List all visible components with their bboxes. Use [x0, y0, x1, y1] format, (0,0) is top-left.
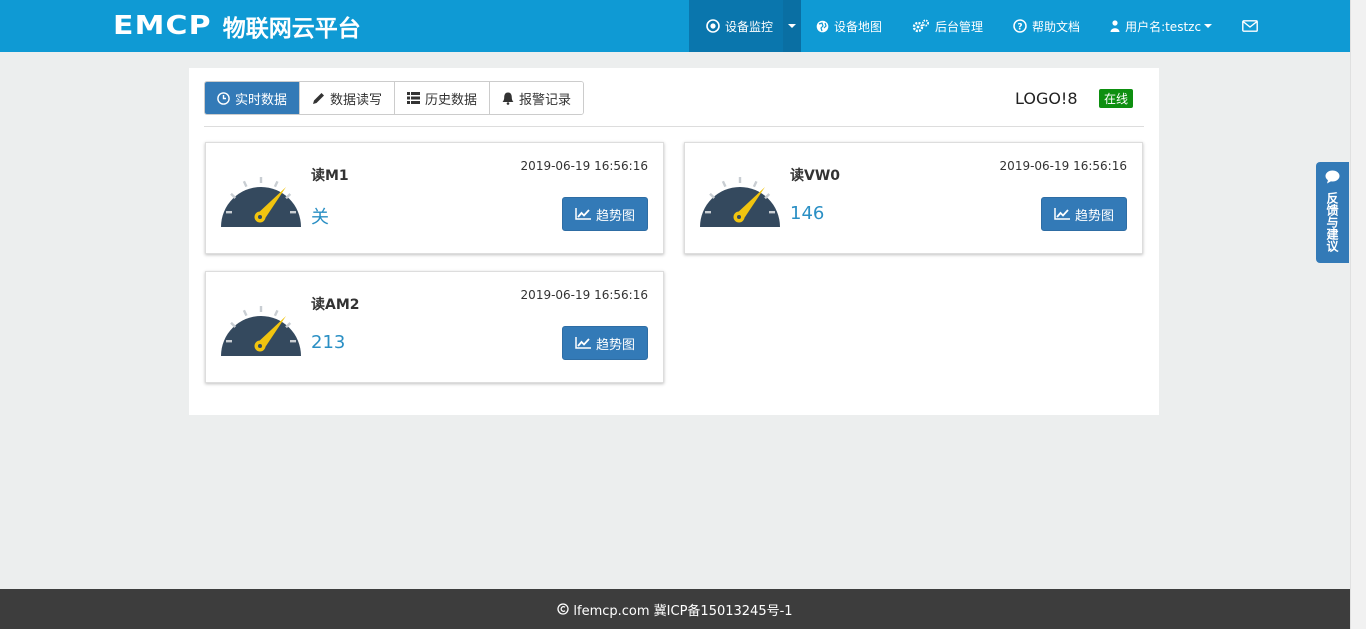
feedback-label: 反馈与建议: [1325, 192, 1339, 252]
card-title: 读M1: [311, 168, 349, 184]
tab-history-label: 历史数据: [425, 92, 478, 108]
tab-alarm-label: 报警记录: [519, 92, 572, 108]
trend-button-label: 趋势图: [595, 337, 635, 353]
card-value: 213: [311, 332, 346, 353]
divider: [204, 126, 1144, 127]
line-chart-icon: [575, 337, 591, 349]
list-icon: [407, 92, 421, 104]
gauge-icon: [221, 177, 301, 227]
nav-admin-label: 后台管理: [935, 19, 984, 34]
brand-title: 物联网云平台: [222, 16, 361, 42]
comment-icon: [1325, 170, 1340, 188]
copyright-icon: [557, 603, 570, 615]
gauge-icon: [700, 177, 780, 227]
line-chart-icon: [1054, 208, 1070, 220]
gears-icon: [912, 19, 930, 33]
gauge-icon: [221, 306, 301, 356]
trend-chart-button[interactable]: 趋势图: [1040, 197, 1127, 231]
view-tabs: 实时数据 数据读写 历史数据 报警记录: [204, 81, 585, 115]
pencil-icon: [312, 92, 325, 105]
trend-chart-button[interactable]: 趋势图: [561, 326, 648, 360]
footer-text: lfemcp.com 冀ICP备15013245号-1: [573, 603, 793, 619]
status-badge: 在线: [1099, 89, 1134, 108]
data-card: 读VW0 2019-06-19 16:56:16 146 趋势图: [684, 142, 1143, 254]
globe-icon: [816, 20, 829, 33]
camera-icon: [706, 19, 720, 33]
card-title: 读AM2: [311, 297, 360, 313]
page-scrollbar[interactable]: [1350, 0, 1366, 629]
bell-icon: [502, 92, 514, 105]
footer: lfemcp.com 冀ICP备15013245号-1: [0, 589, 1350, 629]
nav-device-monitor-label: 设备监控: [725, 19, 774, 34]
trend-chart-button[interactable]: 趋势图: [561, 197, 648, 231]
tab-alarm[interactable]: 报警记录: [489, 82, 584, 114]
nav-help-label: 帮助文档: [1032, 19, 1081, 34]
nav-device-map-label: 设备地图: [834, 19, 883, 34]
tab-realtime-label: 实时数据: [235, 92, 288, 108]
card-timestamp: 2019-06-19 16:56:16: [520, 159, 648, 173]
tab-readwrite-label: 数据读写: [330, 92, 383, 108]
user-icon: [1110, 20, 1120, 32]
nav-device-map[interactable]: 设备地图: [801, 0, 897, 52]
question-circle-icon: ?: [1013, 19, 1027, 33]
card-title: 读VW0: [790, 168, 841, 184]
envelope-icon: [1242, 20, 1258, 32]
card-timestamp: 2019-06-19 16:56:16: [999, 159, 1127, 173]
data-card: 读M1 2019-06-19 16:56:16 关 趋势图: [205, 142, 664, 254]
data-card: 读AM2 2019-06-19 16:56:16 213 趋势图: [205, 271, 664, 383]
brand-mark: EMCP: [113, 11, 212, 41]
svg-text:?: ?: [1017, 23, 1022, 33]
trend-button-label: 趋势图: [595, 208, 635, 224]
feedback-tab[interactable]: 反馈与建议: [1316, 162, 1349, 263]
line-chart-icon: [575, 208, 591, 220]
trend-button-label: 趋势图: [1074, 208, 1114, 224]
nav-dropdown-toggle[interactable]: [783, 0, 802, 52]
card-timestamp: 2019-06-19 16:56:16: [520, 288, 648, 302]
nav-help[interactable]: ? 帮助文档: [998, 0, 1095, 52]
main-nav: 设备监控 设备地图 后台管理 ? 帮助文档 用户名:testzc: [689, 0, 1278, 52]
nav-admin[interactable]: 后台管理: [897, 0, 998, 52]
brand-logo[interactable]: EMCP 物联网云平台: [113, 11, 361, 42]
card-value: 关: [311, 207, 329, 228]
tab-history[interactable]: 历史数据: [394, 82, 490, 114]
caret-down-icon: [788, 24, 797, 28]
card-value: 146: [790, 203, 825, 224]
clock-icon: [217, 91, 230, 105]
tab-readwrite[interactable]: 数据读写: [299, 82, 395, 114]
nav-user-menu[interactable]: 用户名:testzc: [1095, 0, 1227, 52]
caret-down-icon: [1204, 24, 1213, 28]
tab-realtime[interactable]: 实时数据: [205, 82, 300, 114]
device-panel: 实时数据 数据读写 历史数据 报警记录 LOGO!8 在线 读M1 2019-0…: [189, 68, 1159, 415]
nav-user-label: 用户名:testzc: [1125, 19, 1202, 34]
top-navbar: EMCP 物联网云平台 设备监控 设备地图 后台管理 ? 帮助文档 用户名:te…: [0, 0, 1350, 52]
device-name: LOGO!8: [1015, 89, 1078, 108]
nav-device-monitor[interactable]: 设备监控: [689, 0, 784, 52]
nav-messages[interactable]: [1227, 0, 1278, 52]
